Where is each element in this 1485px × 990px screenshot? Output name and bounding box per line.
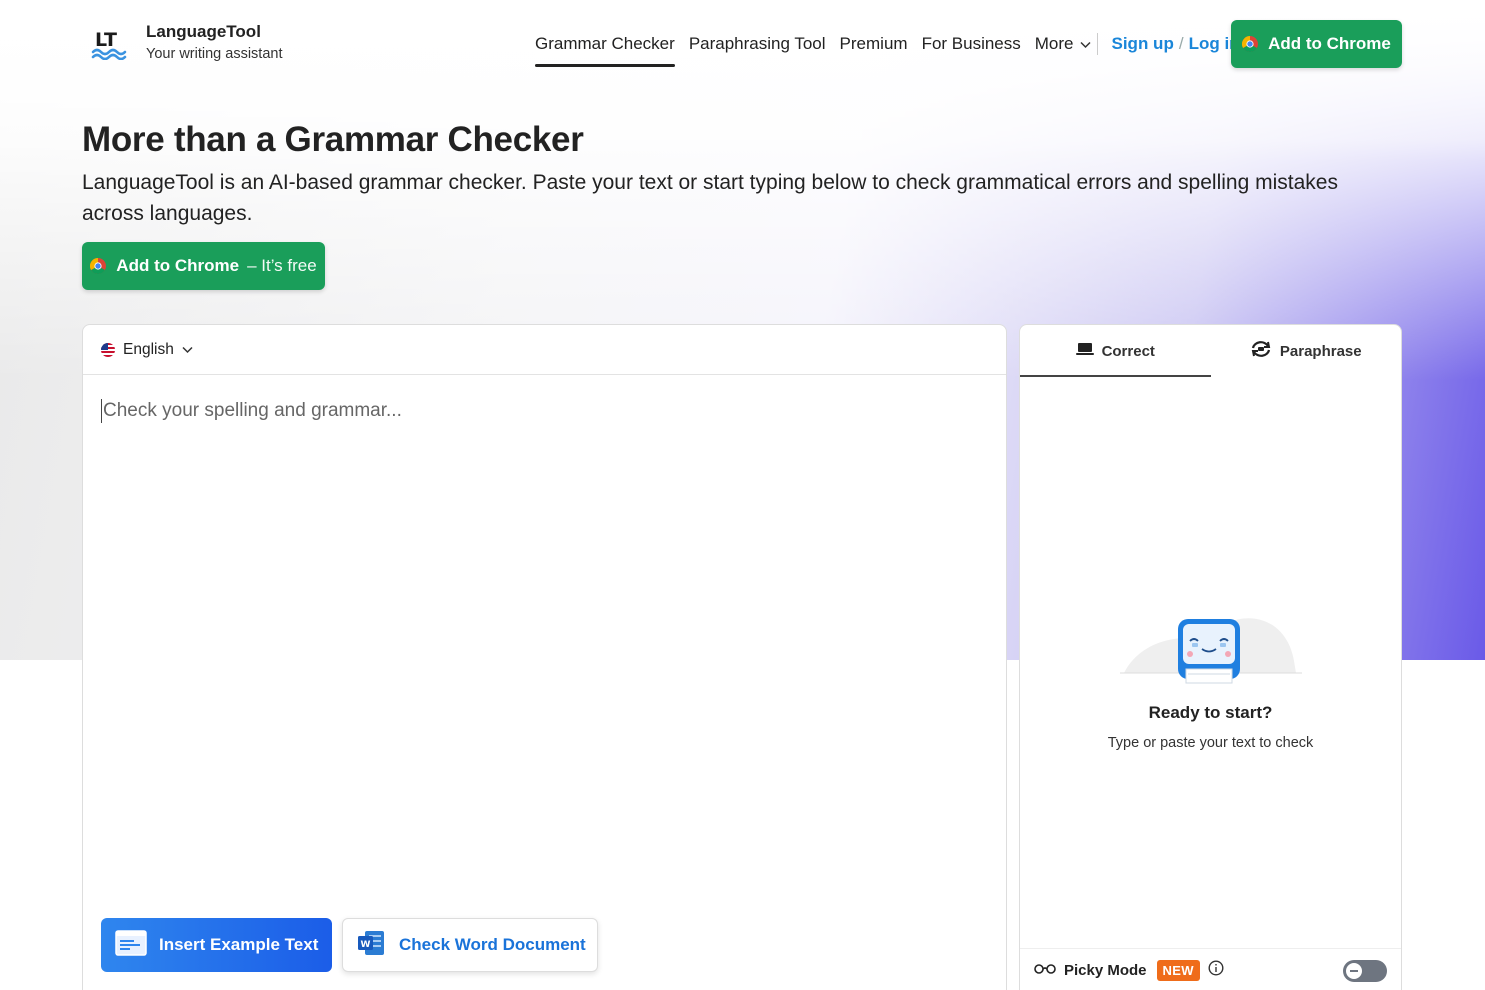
brand-name-part2: Tool [226,22,261,41]
tab-paraphrase[interactable]: Paraphrase [1211,325,1402,377]
nav-paraphrasing-tool[interactable]: Paraphrasing Tool [689,34,826,54]
sidebar-tabs: Correct Paraphrase [1020,325,1401,377]
chrome-icon [1242,36,1259,53]
picky-mode-bar: Picky Mode NEW [1020,948,1401,990]
nav-more[interactable]: More [1035,34,1091,55]
main-nav: Grammar Checker Paraphrasing Tool Premiu… [535,32,1240,67]
language-label: English [123,340,174,358]
ready-subtitle: Type or paste your text to check [1107,735,1314,751]
picky-mode-toggle[interactable] [1343,960,1387,982]
tab-correct[interactable]: Correct [1020,325,1211,377]
add-to-chrome-hero-label: Add to Chrome [116,256,240,275]
tab-correct-label: Correct [1101,342,1155,360]
paraphrase-cycle-icon [1250,340,1272,362]
new-badge: NEW [1156,960,1200,981]
ready-title: Ready to start? [1148,703,1273,722]
add-to-chrome-header-button[interactable]: Add to Chrome [1231,20,1402,68]
chevron-down-icon [1079,34,1091,54]
text-editor-panel: English Check your spelling and grammar.… [82,324,1007,990]
insert-example-text-label: Insert Example Text [159,935,319,954]
languagetool-logo-icon[interactable]: LT [90,28,128,61]
glasses-icon [1034,962,1056,980]
brand-name-part1: Language [146,22,227,41]
svg-text:LT: LT [95,29,117,51]
auth-links: Sign up / Log in [1112,34,1240,54]
language-selector[interactable]: English [101,341,193,359]
hero-description: LanguageTool is an AI-based grammar chec… [82,171,1338,225]
chrome-icon [90,258,107,275]
brand-tagline: Your writing assistant [146,46,283,62]
us-flag-icon [101,342,115,357]
add-to-chrome-hero-button[interactable]: Add to Chrome – It’s free [82,242,325,290]
picky-mode-label: Picky Mode [1064,962,1147,979]
site-header: LT LanguageTool Your writing assistant G… [0,0,1485,88]
insert-example-text-button[interactable]: Insert Example Text [101,918,332,972]
nav-separator [1096,33,1098,55]
brand-text[interactable]: LanguageTool Your writing assistant [146,22,282,62]
editor-text-input[interactable]: Check your spelling and grammar... [101,399,402,423]
add-to-chrome-hero-suffix: – It’s free [247,256,317,275]
nav-premium[interactable]: Premium [840,34,908,54]
add-to-chrome-header-label: Add to Chrome [1268,34,1391,53]
ready-robot-illustration-icon [1120,611,1302,685]
check-word-document-button[interactable]: W Check Word Document [342,918,598,972]
results-sidebar: Correct Paraphrase Ready to start? Type … [1019,324,1402,990]
laptop-icon [1075,342,1094,360]
word-document-icon: W [357,930,385,961]
document-text-icon [115,929,147,961]
nav-grammar-checker[interactable]: Grammar Checker [535,34,675,67]
info-icon[interactable] [1208,960,1224,981]
nav-more-label: More [1034,33,1074,53]
toggle-knob [1346,963,1362,979]
check-word-document-label: Check Word Document [399,935,586,954]
page-title: More than a Grammar Checker [82,120,584,159]
chevron-down-icon [182,341,193,359]
svg-text:W: W [361,940,371,950]
auth-separator: / [1178,34,1184,53]
sign-up-link[interactable]: Sign up [1112,34,1174,53]
brand-name: LanguageTool [146,22,282,42]
nav-for-business[interactable]: For Business [922,34,1021,54]
tab-paraphrase-label: Paraphrase [1279,342,1362,360]
editor-toolbar: English [83,325,1006,375]
